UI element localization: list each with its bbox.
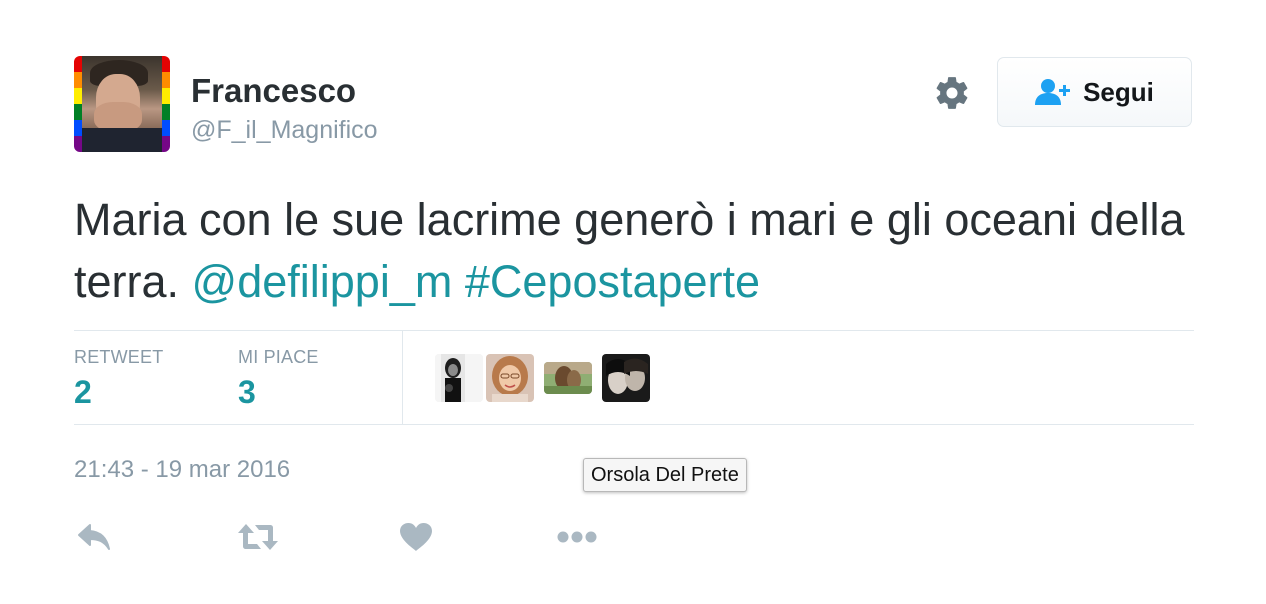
more-icon bbox=[557, 531, 597, 543]
tweet-timestamp[interactable]: 21:43 - 19 mar 2016 bbox=[74, 456, 290, 484]
liker-avatar-4[interactable] bbox=[602, 354, 650, 402]
divider-top bbox=[74, 330, 1194, 331]
liker-avatar-1[interactable] bbox=[435, 354, 483, 402]
follow-button-label: Segui bbox=[1083, 76, 1154, 107]
like-stat-label: MI PIACE bbox=[238, 347, 319, 367]
retweet-icon bbox=[238, 524, 278, 550]
user-handle[interactable]: @F_il_Magnifico bbox=[191, 114, 378, 146]
retweet-stat-label: RETWEET bbox=[74, 347, 164, 367]
liker-avatar-3[interactable] bbox=[544, 362, 592, 394]
reply-button[interactable] bbox=[76, 518, 112, 556]
heart-icon bbox=[400, 523, 432, 551]
retweet-button[interactable] bbox=[237, 518, 279, 556]
add-user-icon bbox=[1035, 79, 1071, 105]
stats-divider bbox=[402, 331, 403, 425]
liker-photo-3 bbox=[544, 362, 592, 394]
like-count[interactable]: 3 bbox=[238, 374, 256, 411]
mention-link[interactable]: @defilippi_m bbox=[192, 256, 453, 307]
divider-bottom bbox=[74, 424, 1194, 425]
liker-photo-1 bbox=[435, 354, 483, 402]
reply-icon bbox=[78, 524, 110, 550]
hashtag-link[interactable]: #Cepostaperte bbox=[465, 256, 760, 307]
liker-photo-4 bbox=[602, 354, 650, 402]
gear-icon[interactable] bbox=[933, 74, 971, 112]
user-avatar[interactable] bbox=[74, 56, 170, 152]
retweet-count[interactable]: 2 bbox=[74, 374, 92, 411]
avatar-shirt bbox=[82, 128, 162, 152]
follow-button[interactable]: Segui bbox=[997, 57, 1192, 127]
tweet-text: Maria con le sue lacrime generò i mari e… bbox=[74, 189, 1194, 313]
liker-photo-2 bbox=[486, 354, 534, 402]
liker-name-tooltip: Orsola Del Prete bbox=[583, 458, 747, 492]
more-button[interactable] bbox=[556, 518, 598, 556]
like-button[interactable] bbox=[399, 518, 433, 556]
display-name[interactable]: Francesco bbox=[191, 71, 356, 111]
liker-avatar-2[interactable] bbox=[486, 354, 534, 402]
